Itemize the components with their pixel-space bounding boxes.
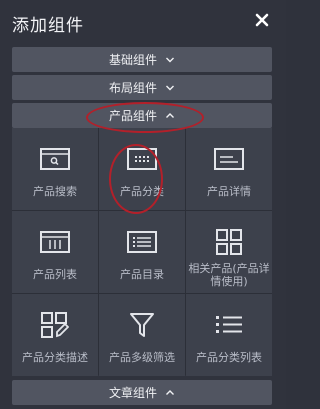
section-layout[interactable]: 布局组件	[12, 75, 272, 100]
tile-product-catalog[interactable]: 产品目录	[99, 211, 185, 293]
related-products-icon	[186, 225, 272, 259]
add-component-panel: 添加组件 基础组件 布局组件 产品组件 产品搜索 产品分类 产品详情 产品列表 …	[0, 0, 286, 409]
list-icon	[186, 308, 272, 342]
section-product-label: 产品组件	[108, 109, 157, 123]
chevron-down-icon	[165, 55, 175, 65]
section-article[interactable]: 文章组件	[12, 380, 272, 405]
section-basic[interactable]: 基础组件	[12, 47, 272, 72]
category-description-icon	[12, 308, 98, 342]
tile-label: 产品分类	[120, 185, 164, 198]
tile-label: 产品列表	[33, 268, 77, 281]
product-component-grid: 产品搜索 产品分类 产品详情 产品列表 产品目录 相关产品(产品详情使用) 产品…	[12, 128, 272, 376]
tile-label: 产品搜索	[33, 185, 77, 198]
section-product[interactable]: 产品组件	[12, 103, 272, 128]
funnel-icon	[99, 308, 185, 342]
panel-header: 添加组件	[0, 0, 286, 42]
tile-product-detail[interactable]: 产品详情	[186, 128, 272, 210]
tile-label: 产品分类描述	[22, 351, 88, 364]
chevron-up-icon	[165, 388, 175, 398]
product-catalog-icon	[99, 225, 185, 259]
product-detail-icon	[186, 142, 272, 176]
tile-product-search[interactable]: 产品搜索	[12, 128, 98, 210]
section-basic-label: 基础组件	[108, 53, 157, 67]
close-icon[interactable]	[252, 10, 272, 30]
tile-product-list[interactable]: 产品列表	[12, 211, 98, 293]
product-search-icon	[12, 142, 98, 176]
tile-category-list[interactable]: 产品分类列表	[186, 294, 272, 376]
product-category-icon	[99, 142, 185, 176]
section-layout-label: 布局组件	[108, 81, 157, 95]
tile-label: 相关产品(产品详情使用)	[188, 262, 270, 288]
panel-title: 添加组件	[12, 16, 84, 36]
section-article-label: 文章组件	[108, 386, 157, 400]
tile-label: 产品详情	[207, 185, 251, 198]
chevron-down-icon	[165, 83, 175, 93]
tile-label: 产品目录	[120, 268, 164, 281]
tile-label: 产品分类列表	[196, 351, 262, 364]
tile-related-products[interactable]: 相关产品(产品详情使用)	[186, 211, 272, 293]
chevron-up-icon	[165, 111, 175, 121]
product-list-icon	[12, 225, 98, 259]
tile-label: 产品多级筛选	[109, 351, 175, 364]
tile-category-description[interactable]: 产品分类描述	[12, 294, 98, 376]
tile-product-category[interactable]: 产品分类	[99, 128, 185, 210]
tile-multi-filter[interactable]: 产品多级筛选	[99, 294, 185, 376]
